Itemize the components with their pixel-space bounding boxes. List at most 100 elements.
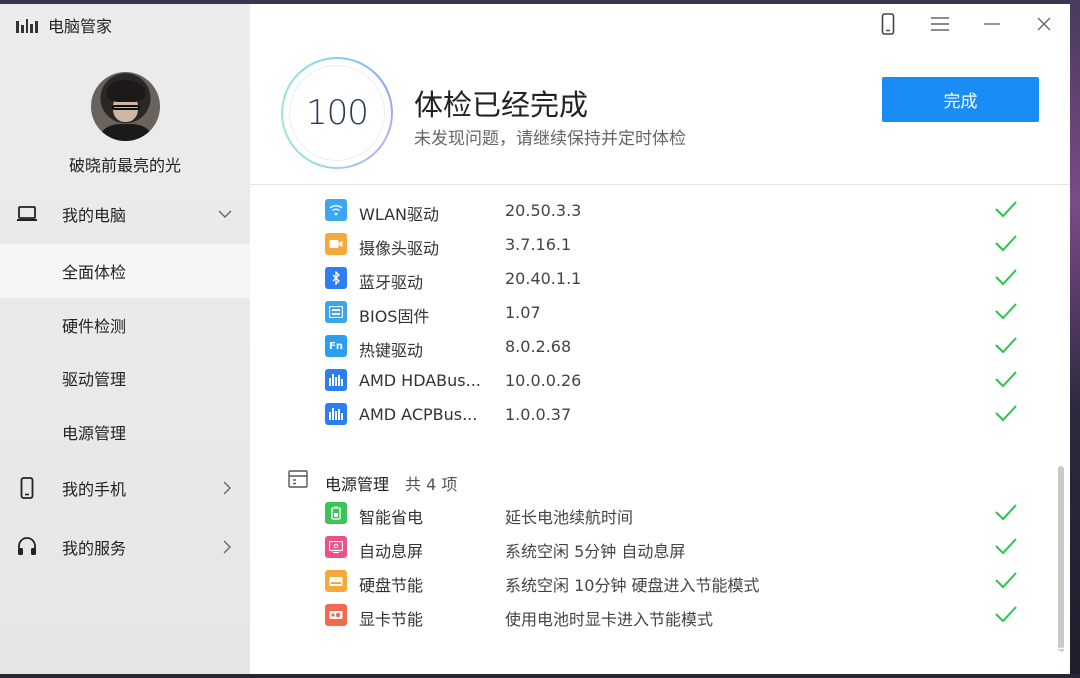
- audio-bars-icon: [325, 369, 347, 391]
- done-button[interactable]: 完成: [882, 77, 1039, 122]
- menu-icon: [931, 17, 949, 31]
- sidebar-item-label: 我的服务: [62, 539, 127, 558]
- sidebar-item-label: 我的电脑: [62, 206, 127, 225]
- item-value: 系统空闲 5分钟 自动息屏: [505, 542, 686, 561]
- item-name: BIOS固件: [359, 307, 430, 326]
- check-icon: [995, 371, 1017, 388]
- fn-key-icon: Fn: [325, 335, 347, 357]
- audio-bars-icon: [325, 403, 347, 425]
- item-value: 1.07: [505, 303, 541, 322]
- main-panel: 100 体检已经完成 未发现问题，请继续保持并定时体检 完成 WLAN驱动 20.…: [250, 4, 1070, 674]
- item-value: 延长电池续航时间: [505, 508, 634, 527]
- sidebar-item-label: 我的手机: [62, 480, 127, 499]
- headset-icon: [16, 536, 38, 558]
- sidebar-item-label: 驱动管理: [62, 370, 127, 389]
- item-name: 摄像头驱动: [359, 239, 440, 258]
- list-item: 显卡节能 使用电池时显卡进入节能模式: [250, 598, 1050, 632]
- check-icon: [995, 337, 1017, 354]
- check-icon: [995, 269, 1017, 286]
- avatar[interactable]: [91, 72, 160, 141]
- sidebar-item-full-checkup[interactable]: 全面体检: [0, 244, 250, 298]
- item-name: 热键驱动: [359, 341, 424, 360]
- gpu-icon: [325, 604, 347, 626]
- item-name: 硬盘节能: [359, 576, 424, 595]
- check-icon: [995, 201, 1017, 218]
- sidebar-item-hardware-check[interactable]: 硬件检测: [0, 298, 250, 352]
- check-icon: [995, 538, 1017, 555]
- watermark: 值 什么值得买: [942, 640, 1068, 670]
- list-item: 蓝牙驱动 20.40.1.1: [250, 261, 1050, 295]
- checkup-results-list: WLAN驱动 20.50.3.3 摄像头驱动 3.7.16.1 蓝牙驱动 20.40.1.…: [250, 185, 1070, 674]
- laptop-icon: [16, 203, 38, 225]
- sidebar-item-driver-management[interactable]: 驱动管理: [0, 351, 250, 405]
- bios-icon: [325, 301, 347, 323]
- list-item: Fn 热键驱动 8.0.2.68: [250, 329, 1050, 363]
- list-item: WLAN驱动 20.50.3.3: [250, 193, 1050, 227]
- chevron-right-icon: [223, 481, 231, 495]
- sidebar-item-label: 电源管理: [62, 424, 127, 443]
- page-subtitle: 未发现问题，请继续保持并定时体检: [414, 129, 686, 149]
- section-header-power: 电源管理 共 4 项: [250, 463, 1050, 497]
- check-icon: [995, 235, 1017, 252]
- watermark-logo-icon: 值: [942, 640, 972, 670]
- item-value: 8.0.2.68: [505, 337, 572, 356]
- item-name: 蓝牙驱动: [359, 273, 424, 292]
- item-value: 系统空闲 10分钟 硬盘进入节能模式: [505, 576, 760, 595]
- item-name: WLAN驱动: [359, 205, 440, 224]
- list-item: 智能省电 延长电池续航时间: [250, 496, 1050, 530]
- list-item: AMD HDABus... 10.0.0.26: [250, 363, 1050, 397]
- menu-button[interactable]: [914, 4, 966, 44]
- sidebar-item-my-services[interactable]: 我的服务: [0, 520, 250, 574]
- list-item: BIOS固件 1.07: [250, 295, 1050, 329]
- check-icon: [995, 504, 1017, 521]
- list-panel-icon: [288, 470, 308, 488]
- minimize-button[interactable]: [966, 4, 1018, 44]
- section-title: 电源管理: [325, 475, 390, 494]
- app-logo-icon: [16, 17, 38, 33]
- check-icon: [995, 303, 1017, 320]
- desktop-background-edge: [1070, 0, 1080, 678]
- sidebar-item-label: 硬件检测: [62, 317, 127, 336]
- item-name: AMD HDABus...: [359, 371, 481, 390]
- item-value: 1.0.0.37: [505, 405, 572, 424]
- item-name: 显卡节能: [359, 610, 424, 629]
- watermark-text: 什么值得买: [978, 646, 1068, 667]
- close-icon: [1037, 17, 1051, 31]
- phone-icon: [881, 13, 895, 35]
- scrollbar[interactable]: [1058, 466, 1064, 652]
- list-item: 硬盘节能 系统空闲 10分钟 硬盘进入节能模式: [250, 564, 1050, 598]
- item-value: 3.7.16.1: [505, 235, 572, 254]
- phone-connect-button[interactable]: [862, 4, 914, 44]
- sidebar: 电脑管家 破晓前最亮的光 我的电脑 全面体检 硬件检测 驱动管理 电源管理 我的…: [0, 4, 250, 674]
- sidebar-item-my-computer[interactable]: 我的电脑: [0, 187, 250, 241]
- close-button[interactable]: [1018, 4, 1070, 44]
- bluetooth-icon: [325, 267, 347, 289]
- page-title: 体检已经完成: [414, 88, 589, 122]
- battery-icon: [325, 502, 347, 524]
- item-name: 自动息屏: [359, 542, 424, 561]
- desktop-background-bottom: [0, 674, 1080, 678]
- minimize-icon: [984, 23, 1000, 25]
- sidebar-item-my-phone[interactable]: 我的手机: [0, 461, 250, 515]
- item-value: 20.50.3.3: [505, 201, 582, 220]
- screen-icon: [325, 536, 347, 558]
- score-ring: 100: [281, 57, 393, 169]
- app-title-bar: 电脑管家: [16, 14, 112, 36]
- window-controls: [862, 4, 1070, 44]
- sidebar-item-power-management[interactable]: 电源管理: [0, 405, 250, 459]
- item-value: 10.0.0.26: [505, 371, 582, 390]
- check-icon: [995, 606, 1017, 623]
- disk-icon: [325, 570, 347, 592]
- health-score: 100: [289, 65, 385, 161]
- camera-icon: [325, 233, 347, 255]
- chevron-right-icon: [223, 540, 231, 554]
- chevron-down-icon: [218, 210, 232, 218]
- check-icon: [995, 405, 1017, 422]
- item-name: 智能省电: [359, 508, 424, 527]
- username: 破晓前最亮的光: [68, 156, 181, 175]
- sidebar-item-label: 全面体检: [62, 263, 127, 282]
- item-name: AMD ACPBus...: [359, 405, 478, 424]
- list-item: AMD ACPBus... 1.0.0.37: [250, 397, 1050, 431]
- wifi-icon: [325, 199, 347, 221]
- app-window: 电脑管家 破晓前最亮的光 我的电脑 全面体检 硬件检测 驱动管理 电源管理 我的…: [0, 4, 1070, 674]
